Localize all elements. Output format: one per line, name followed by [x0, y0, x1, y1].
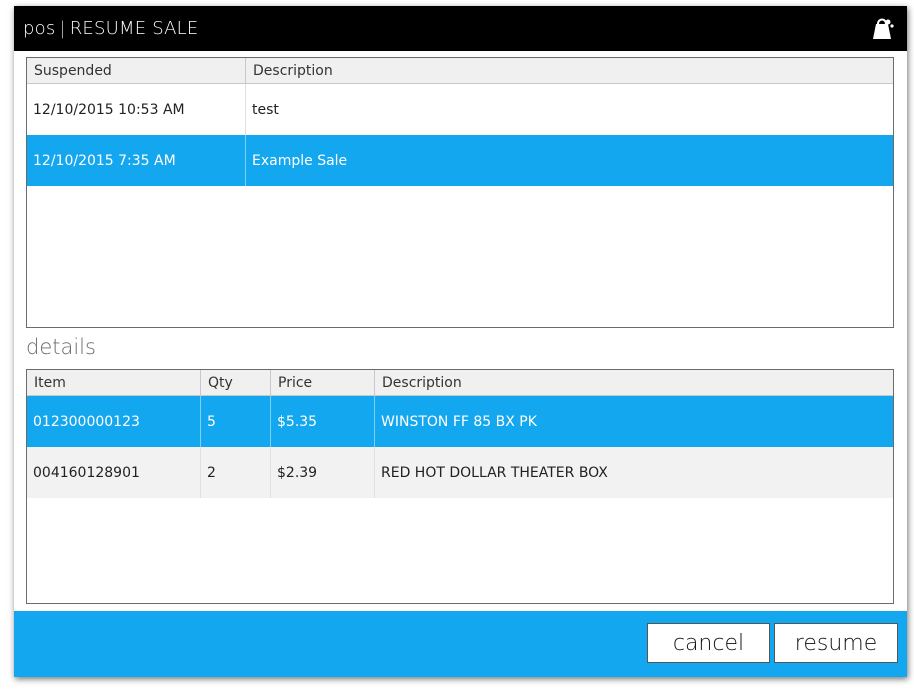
suspended-cell: 12/10/2015 10:53 AM: [27, 84, 246, 135]
title-separator: |: [59, 18, 66, 39]
description-cell: test: [252, 101, 279, 118]
details-grid[interactable]: Item Qty Price Description 012300000123 …: [26, 369, 894, 604]
column-header-item[interactable]: Item: [27, 370, 201, 395]
title-bar: pos | RESUME SALE: [14, 6, 907, 51]
column-header-qty[interactable]: Qty: [201, 370, 271, 395]
app-name: pos: [23, 18, 56, 39]
qty-cell: 5: [201, 396, 271, 447]
column-header-suspended[interactable]: Suspended: [27, 58, 246, 83]
details-grid-header: Item Qty Price Description: [27, 370, 893, 396]
column-header-description[interactable]: Description: [246, 58, 893, 83]
suspended-row-selected[interactable]: 12/10/2015 7:35 AM Example Sale: [27, 135, 893, 186]
item-cell: 012300000123: [27, 396, 201, 447]
resume-sale-window: pos | RESUME SALE Suspended Description 12…: [14, 6, 907, 677]
description-cell: Example Sale: [252, 152, 348, 169]
page-title: RESUME SALE: [69, 18, 199, 39]
resume-button[interactable]: resume: [774, 623, 898, 663]
window-title: pos | RESUME SALE: [23, 18, 198, 39]
description-cell: RED HOT DOLLAR THEATER BOX: [381, 464, 608, 481]
suspended-cell: 12/10/2015 7:35 AM: [27, 135, 246, 186]
suspended-row[interactable]: 12/10/2015 10:53 AM test: [27, 84, 893, 135]
bag-icon: [873, 18, 894, 39]
price-cell: $2.39: [271, 447, 375, 498]
details-heading: details: [26, 335, 96, 359]
details-row-selected[interactable]: 012300000123 5 $5.35 WINSTON FF 85 BX PK: [27, 396, 893, 447]
footer-bar: cancel resume: [14, 611, 907, 677]
item-cell: 004160128901: [27, 447, 201, 498]
suspended-sales-grid[interactable]: Suspended Description 12/10/2015 10:53 A…: [26, 57, 894, 328]
qty-cell: 2: [201, 447, 271, 498]
price-cell: $5.35: [271, 396, 375, 447]
cancel-button[interactable]: cancel: [647, 623, 770, 663]
column-header-price[interactable]: Price: [271, 370, 375, 395]
details-row[interactable]: 004160128901 2 $2.39 RED HOT DOLLAR THEA…: [27, 447, 893, 498]
suspended-grid-header: Suspended Description: [27, 58, 893, 84]
column-header-description[interactable]: Description: [375, 370, 893, 395]
description-cell: WINSTON FF 85 BX PK: [381, 413, 537, 430]
